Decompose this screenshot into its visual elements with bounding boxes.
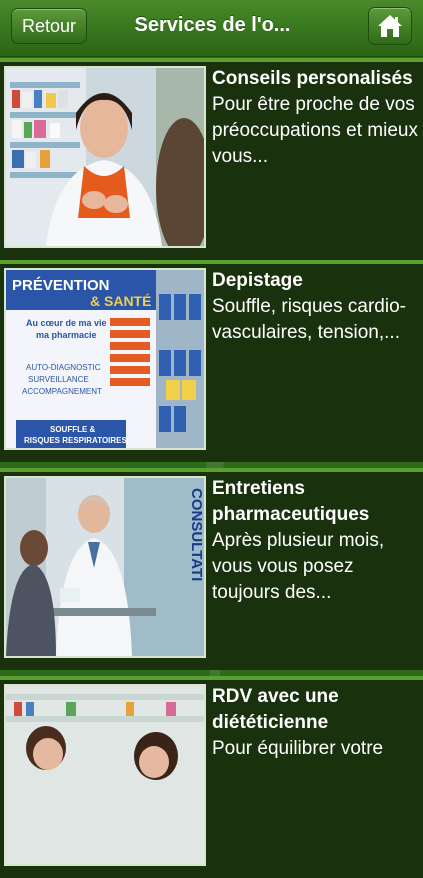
poster-item2: SURVEILLANCE (28, 375, 89, 384)
poster-heading: PRÉVENTION (12, 277, 110, 294)
home-button[interactable] (368, 7, 412, 45)
poster-line1: Au cœur de ma vie (26, 318, 107, 328)
consult-sign: CONSULTATI (188, 488, 204, 581)
page-title: Services de l'o... (134, 14, 291, 36)
service-description: Après plusieur mois, vous vous posez tou… (212, 530, 385, 603)
poster-line2: ma pharmacie (36, 330, 97, 340)
back-button[interactable]: Retour (11, 8, 87, 44)
poster-footer1: SOUFFLE & (50, 425, 96, 434)
service-title: Entretiens pharmaceutiques (212, 478, 370, 525)
poster-item3: ACCOMPAGNEMENT (22, 387, 102, 396)
service-description: Pour équilibrer votre (212, 738, 384, 759)
list-item[interactable]: CONSULTATI Entretiens pharmaceutiques Ap… (0, 468, 423, 670)
poster-footer2: RISQUES RESPIRATOIRES (24, 436, 128, 445)
list-item[interactable]: Conseils personalisés Pour être proche d… (0, 58, 423, 260)
list-item[interactable]: PRÉVENTION & SANTÉ Au cœur de ma vie ma … (0, 260, 423, 462)
dietitian-appointment-image (4, 684, 206, 866)
list-item[interactable]: RDV avec une diététicienne Pour équilibr… (0, 676, 423, 878)
navigation-bar: Retour Services de l'o... (0, 0, 423, 57)
prevention-poster-image: PRÉVENTION & SANTÉ Au cœur de ma vie ma … (4, 268, 206, 450)
poster-heading2: & SANTÉ (90, 293, 151, 309)
service-title: Depistage (212, 270, 303, 291)
pharmacist-advice-image (4, 66, 206, 248)
pharmaceutical-interview-image: CONSULTATI (4, 476, 206, 658)
service-title: Conseils personalisés (212, 68, 413, 89)
poster-item1: AUTO-DIAGNOSTIC (26, 363, 101, 372)
home-icon (378, 15, 402, 37)
service-description: Souffle, risques cardio-vasculaires, ten… (212, 296, 406, 343)
service-description: Pour être proche de vos préoccupations e… (212, 94, 418, 167)
service-title: RDV avec une diététicienne (212, 686, 339, 733)
